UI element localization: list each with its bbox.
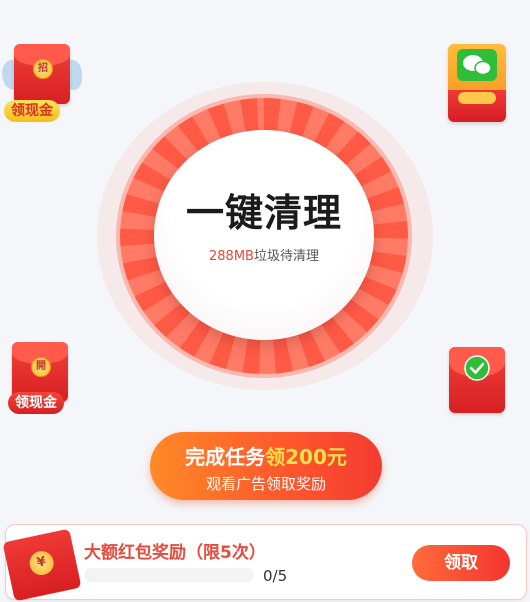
get-cash-badge: 领现金 (4, 100, 60, 122)
red-envelope-icon: 招 (14, 44, 70, 104)
clean-title: 一键清理 (185, 191, 342, 235)
task-title-prefix: 完成任务 (185, 445, 266, 469)
wechat-red-envelope-icon[interactable] (448, 44, 506, 122)
bonus-title: 大额红包奖励（限5次） (84, 543, 266, 563)
reward-top-left[interactable]: 招 领现金 (0, 38, 90, 128)
bonus-progress-text: 0/5 (263, 567, 288, 585)
task-subtitle: 观看广告领取奖励 (205, 475, 326, 493)
claim-button[interactable]: 领取 (412, 545, 510, 581)
junk-amount: 288MB (209, 249, 254, 264)
coin-icon: ¥ (27, 548, 56, 578)
junk-suffix: 垃圾待清理 (253, 249, 319, 264)
coin-pile-decoration (458, 92, 496, 104)
wechat-pay-check-icon (464, 355, 490, 381)
wechat-pay-envelope-icon[interactable] (449, 347, 505, 413)
reward-mid-left[interactable]: 開 领现金 (6, 340, 78, 418)
envelope-seal: 開 (31, 357, 51, 377)
junk-status: 288MB垃圾待清理 (154, 245, 374, 264)
get-cash-badge: 领现金 (8, 392, 64, 414)
wechat-logo-icon (457, 49, 497, 81)
task-title-highlight: 领200元 (265, 445, 347, 469)
envelope-front (448, 90, 506, 122)
task-reward-button[interactable]: 完成任务领200元 观看广告领取奖励 (150, 432, 382, 500)
task-title: 完成任务领200元 (150, 441, 382, 470)
envelope-seal: 招 (33, 59, 53, 79)
bonus-progress-bar (84, 568, 254, 582)
